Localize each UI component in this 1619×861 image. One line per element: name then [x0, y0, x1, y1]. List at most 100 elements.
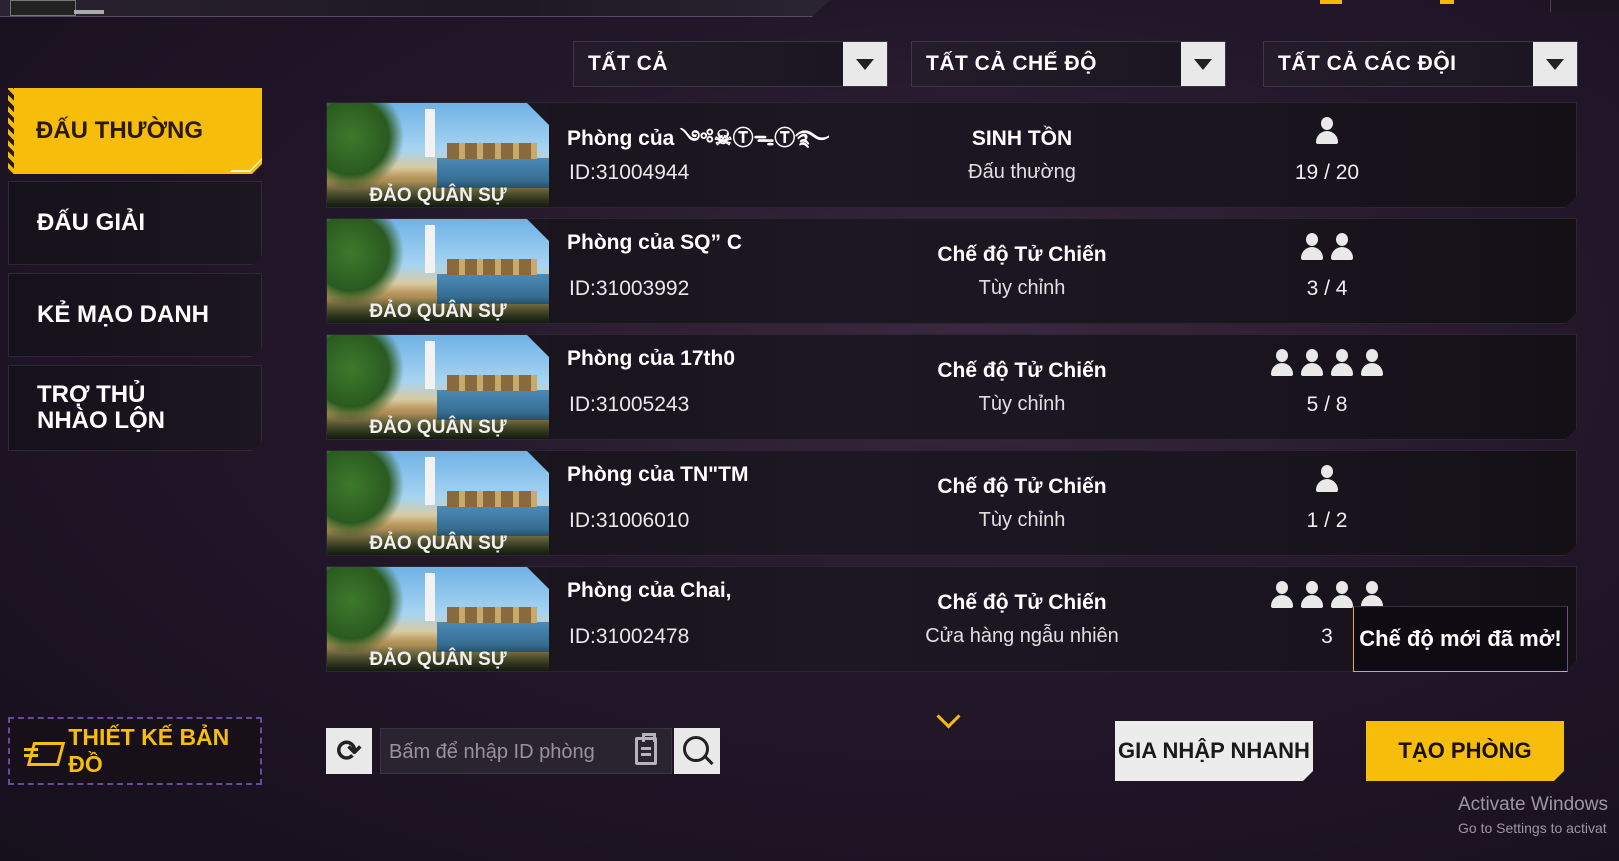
room-id: ID:31004944 [569, 161, 690, 184]
player-icon [1314, 463, 1340, 493]
player-icon [1299, 347, 1325, 377]
room-mode: Chế độ Tử Chiến [937, 591, 1107, 614]
room-submode: Tùy chỉnh [978, 509, 1066, 531]
top-accent-mark [1320, 0, 1342, 4]
map-name: ĐẢO QUÂN SỰ [327, 181, 549, 207]
room-mode: Chế độ Tử Chiến [937, 243, 1107, 266]
map-thumbnail: ĐẢO QUÂN SỰ [327, 567, 549, 671]
map-name: ĐẢO QUÂN SỰ [327, 297, 549, 323]
sidebar-item-parkour-helper[interactable]: TRỢ THỦ NHÀO LỘN [8, 365, 262, 451]
room-mode: Chế độ Tử Chiến [937, 359, 1107, 382]
room-submode: Cửa hàng ngẫu nhiên [925, 625, 1119, 647]
map-trees [327, 103, 407, 188]
sidebar-item-tournament[interactable]: ĐẤU GIẢI [8, 181, 262, 265]
map-lighthouse [425, 225, 435, 273]
windows-activation-watermark: Activate Windows Go to Settings to activ… [1458, 794, 1608, 836]
sidebar-item-label: KẺ MẠO DANH [37, 301, 209, 328]
player-icon [1329, 231, 1355, 261]
map-huts [447, 491, 537, 507]
player-icon [1314, 115, 1340, 145]
room-row[interactable]: ĐẢO QUÂN SỰ Phòng của SQ” C ID:31003992 Chế… [326, 218, 1577, 324]
map-trees [327, 219, 407, 304]
map-thumbnail: ĐẢO QUÂN SỰ [327, 103, 549, 207]
thumbnail-corner [527, 335, 549, 357]
room-submode: Tùy chỉnh [978, 277, 1066, 299]
room-row[interactable]: ĐẢO QUÂN SỰ Phòng của TN"TM ID:31006010 Chế… [326, 450, 1577, 556]
player-count: 3 / 4 [1306, 277, 1348, 300]
quick-join-button[interactable]: GIA NHẬP NHANH [1115, 721, 1313, 781]
chevron-down-icon[interactable] [936, 704, 961, 729]
top-accent-mark-2 [1440, 0, 1454, 4]
room-id-input[interactable] [387, 735, 611, 769]
map-design-icon [24, 738, 56, 764]
map-trees [327, 451, 407, 536]
chevron-down-icon[interactable] [1533, 42, 1577, 86]
map-design-label: THIẾT KẾ BẢN ĐỒ [68, 724, 230, 777]
thumbnail-corner [527, 219, 549, 241]
room-mode: Chế độ Tử Chiến [937, 475, 1107, 498]
map-thumbnail: ĐẢO QUÂN SỰ [327, 451, 549, 555]
thumbnail-corner [527, 451, 549, 473]
create-room-label: TẠO PHÒNG [1398, 738, 1532, 763]
room-id-search[interactable] [380, 728, 672, 774]
player-icons [1207, 231, 1447, 263]
player-icons [1207, 115, 1447, 147]
filter-modes[interactable]: TẤT CẢ CHẾ ĐỘ [911, 41, 1226, 87]
map-lighthouse [425, 109, 435, 157]
filter-modes-label: TẤT CẢ CHẾ ĐỘ [926, 52, 1097, 75]
top-thumbnail[interactable] [10, 0, 76, 16]
top-right-panel [1550, 0, 1619, 12]
new-mode-tooltip: Chế độ mới đã mở! [1353, 606, 1568, 672]
filter-teams-label: TẤT CẢ CÁC ĐỘI [1278, 52, 1457, 75]
player-count: 5 / 8 [1306, 393, 1348, 416]
search-button[interactable] [674, 728, 720, 774]
map-lighthouse [425, 573, 435, 621]
map-trees [327, 567, 407, 652]
player-icons [1207, 463, 1447, 495]
map-lighthouse [425, 457, 435, 505]
room-id: ID:31006010 [569, 509, 690, 532]
player-icon [1329, 347, 1355, 377]
room-row[interactable]: ĐẢO QUÂN SỰ Phòng của 17th0 ID:31005243 Chế… [326, 334, 1577, 440]
watermark-line1: Activate Windows [1458, 794, 1608, 815]
thumbnail-corner [527, 103, 549, 125]
player-icon [1329, 579, 1355, 609]
map-trees [327, 335, 407, 420]
filter-all[interactable]: TẤT CẢ [573, 41, 888, 87]
player-icon [1269, 579, 1295, 609]
sidebar-item-label: ĐẤU THƯỜNG [36, 117, 204, 144]
room-name: Phòng của 17th0 [567, 347, 736, 370]
top-bar [0, 0, 830, 17]
sidebar-item-impostor[interactable]: KẺ MẠO DANH [8, 273, 262, 357]
map-thumbnail: ĐẢO QUÂN SỰ [327, 335, 549, 439]
room-id: ID:31003992 [569, 277, 690, 300]
chevron-down-icon[interactable] [1181, 42, 1225, 86]
room-name: Phòng của TN"TM [567, 463, 749, 486]
player-icon [1359, 347, 1385, 377]
watermark-line2: Go to Settings to activat [1458, 820, 1607, 836]
refresh-button[interactable]: ⟳ [326, 728, 372, 774]
room-id: ID:31002478 [569, 625, 690, 648]
thumbnail-corner [527, 567, 549, 589]
map-lighthouse [425, 341, 435, 389]
room-id: ID:31005243 [569, 393, 690, 416]
chevron-down-icon[interactable] [843, 42, 887, 86]
sidebar-item-normal-match[interactable]: ĐẤU THƯỜNG [8, 88, 262, 174]
map-huts [447, 143, 537, 159]
top-progress-mark [74, 10, 104, 14]
map-name: ĐẢO QUÂN SỰ [327, 645, 549, 671]
sidebar-item-label: TRỢ THỦ NHÀO LỘN [37, 381, 165, 434]
create-room-button[interactable]: TẠO PHÒNG [1366, 721, 1564, 781]
room-row[interactable]: ĐẢO QUÂN SỰ Phòng của ༺☠ⓉᯓⓉ࿐ ID:31004944 SI… [326, 102, 1577, 208]
filter-teams[interactable]: TẤT CẢ CÁC ĐỘI [1263, 41, 1578, 87]
map-name: ĐẢO QUÂN SỰ [327, 413, 549, 439]
refresh-icon: ⟳ [336, 734, 362, 768]
room-name: Phòng của SQ” C [567, 231, 743, 254]
map-huts [447, 375, 537, 391]
player-count: 19 / 20 [1294, 161, 1360, 184]
player-icon [1299, 579, 1325, 609]
map-design-button[interactable]: THIẾT KẾ BẢN ĐỒ [8, 717, 262, 785]
map-huts [447, 607, 537, 623]
clipboard-icon[interactable] [635, 733, 657, 765]
room-submode: Tùy chỉnh [978, 393, 1066, 415]
